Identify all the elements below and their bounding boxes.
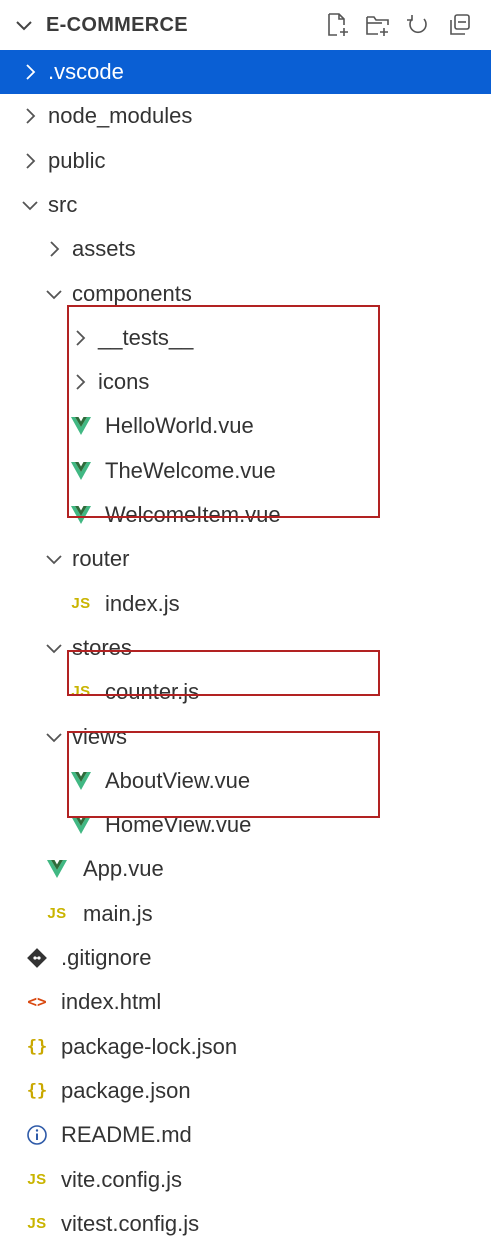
tree-item-label: vitest.config.js	[61, 1210, 200, 1236]
chevron-right-icon[interactable]	[20, 62, 40, 82]
chevron-down-icon[interactable]	[14, 15, 34, 35]
tree-folder[interactable]: .vscode	[0, 50, 491, 94]
chevron-right-icon[interactable]	[20, 151, 40, 171]
tree-file[interactable]: JS main.js	[0, 892, 491, 936]
tree-item-label: assets	[72, 236, 136, 262]
chevron-right-icon[interactable]	[20, 106, 40, 126]
tree-item-label: router	[72, 546, 130, 572]
chevron-down-icon[interactable]	[44, 638, 64, 658]
chevron-down-icon[interactable]	[44, 727, 64, 747]
js-file-icon: JS	[47, 904, 67, 922]
vue-file-icon	[45, 847, 69, 891]
tree-item-label: index.html	[61, 989, 162, 1015]
explorer-title: E-COMMERCE	[46, 14, 188, 36]
js-file-icon: JS	[27, 1170, 47, 1188]
git-file-icon	[25, 936, 49, 980]
highlight-box-stores	[67, 650, 380, 696]
tree-folder[interactable]: assets	[0, 227, 491, 271]
tree-file[interactable]: .gitignore	[0, 936, 491, 980]
new-folder-icon[interactable]	[364, 11, 392, 39]
tree-file[interactable]: JS vite.config.js	[0, 1158, 491, 1202]
chevron-down-icon[interactable]	[20, 195, 40, 215]
tree-file[interactable]: {} package-lock.json	[0, 1025, 491, 1069]
tree-folder[interactable]: public	[0, 139, 491, 183]
tree-file[interactable]: {} package.json	[0, 1069, 491, 1113]
tree-folder[interactable]: node_modules	[0, 94, 491, 138]
tree-file[interactable]: JS vitest.config.js	[0, 1202, 491, 1246]
tree-item-label: public	[48, 147, 106, 173]
js-file-icon: JS	[71, 594, 91, 612]
tree-item-label: vite.config.js	[61, 1166, 183, 1192]
tree-item-label: index.js	[105, 590, 180, 616]
chevron-down-icon[interactable]	[44, 549, 64, 569]
tree-file[interactable]: README.md	[0, 1113, 491, 1157]
html-file-icon: <>	[27, 992, 47, 1012]
collapse-all-icon[interactable]	[446, 11, 474, 39]
refresh-icon[interactable]	[404, 11, 432, 39]
tree-item-label: .gitignore	[61, 945, 152, 970]
tree-item-label: src	[48, 191, 78, 217]
tree-item-label: README.md	[61, 1122, 192, 1148]
highlight-box-views	[67, 731, 380, 818]
highlight-box-components	[67, 305, 380, 518]
json-file-icon: {}	[26, 1080, 48, 1101]
json-file-icon: {}	[26, 1036, 48, 1057]
tree-item-label: .vscode	[48, 59, 124, 84]
chevron-down-icon[interactable]	[44, 284, 64, 304]
tree-file[interactable]: App.vue	[0, 847, 491, 891]
tree-item-label: main.js	[83, 900, 153, 926]
new-file-icon[interactable]	[324, 11, 352, 39]
tree-folder[interactable]: router	[0, 537, 491, 581]
tree-item-label: node_modules	[48, 103, 193, 129]
tree-item-label: package-lock.json	[61, 1033, 238, 1059]
tree-folder[interactable]: src	[0, 183, 491, 227]
info-icon	[25, 1113, 49, 1157]
chevron-right-icon[interactable]	[44, 239, 64, 259]
tree-item-label: App.vue	[83, 856, 164, 882]
js-file-icon: JS	[27, 1214, 47, 1232]
explorer-header[interactable]: E-COMMERCE	[0, 0, 491, 50]
tree-file[interactable]: JS index.js	[0, 582, 491, 626]
tree-item-label: package.json	[61, 1077, 191, 1103]
tree-file[interactable]: <> index.html	[0, 980, 491, 1024]
